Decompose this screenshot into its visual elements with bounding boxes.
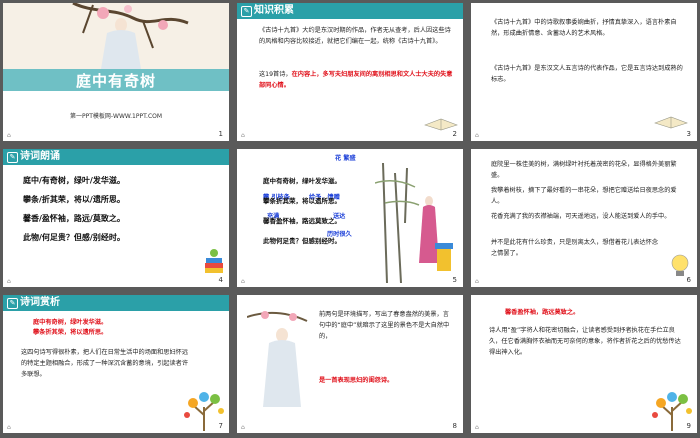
books-stack-icon xyxy=(205,249,223,273)
paragraph-2: 《古诗十九首》是东汉文人五言诗的代表作品，它是五言诗达到成熟的标志。 xyxy=(491,65,683,83)
annotation-label: 花 繁盛 xyxy=(335,155,356,162)
slide-number: 9 xyxy=(686,422,691,430)
slide-thumbnail-3[interactable]: 《古诗十九首》中的诗歌叙事委婉曲折，抒情真挚深入，语言朴素自然，形成曲折情意、含… xyxy=(471,3,697,141)
paragraph-1: 前两句是环境描写，写出了春意盎然的美景，言句中的“庭中”就暗示了这里的景色不是大… xyxy=(319,311,450,340)
slide-number: 4 xyxy=(218,276,223,284)
poem-line: 馨香盈怀袖，路远莫致之。 xyxy=(263,217,341,225)
slide-title: 庭中有奇树 xyxy=(75,72,156,90)
poem-line: 攀条/折其荣，将以/遗所思。 xyxy=(23,195,125,204)
paragraph-1: 《古诗十九首》中的诗歌叙事委婉曲折，抒情真挚深入，语言朴素自然，形成曲折情意、含… xyxy=(491,19,677,37)
slide-thumbnail-9[interactable]: 馨香盈怀袖，路远莫致之。 诗人用“盈”字将人和花密切融合，让读者感受到抒者执花在… xyxy=(471,295,697,433)
poem-line: 此物/何足贵？但感/别经时。 xyxy=(23,233,125,242)
poem-text: 庭中/有奇树，绿叶/发华滋。 攀条/折其荣，将以/遗所思。 馨香/盈怀袖，路远/… xyxy=(23,171,203,247)
pencil-icon: ✎ xyxy=(7,298,18,309)
poem-line: 庭中有奇树，绿叶发华滋。 xyxy=(263,177,341,185)
slide-thumbnail-2[interactable]: ✎ 知识积累 《古诗十九首》大约是东汉时期的作品，作者无从查考，后人因这些诗的风… xyxy=(237,3,463,141)
woman-under-tree-image xyxy=(375,163,453,283)
slide-thumbnail-6[interactable]: 庭院里一株佳美的树，满树绿叶衬托着茂密的花朵，显得格外美丽繁盛。 我攀着树枝，摘… xyxy=(471,149,697,287)
slide-footer-mark: ⌂ xyxy=(241,278,245,285)
slide-footer-mark: ⌂ xyxy=(475,424,479,431)
paragraph-1: 这四句诗写得很朴素，把人们在日常生活中的场面和思妇怀远的特定主题相融合，形成了一… xyxy=(21,349,189,378)
quote-line: 攀条折其荣，将以遗所思。 xyxy=(33,329,108,336)
slide-footer-mark: ⌂ xyxy=(7,424,11,431)
slide-thumbnail-4[interactable]: ✎ 诗词朗诵 庭中/有奇树，绿叶/发华滋。 攀条/折其荣，将以/遗所思。 馨香/… xyxy=(3,149,229,287)
slide-footer-mark: ⌂ xyxy=(475,132,479,139)
slide-thumbnail-5[interactable]: 花 繁盛 攀 引枝条 给予，馈赠 充满 送达 历时很久 庭中有奇树，绿叶发华滋。… xyxy=(237,149,463,287)
slide-number: 8 xyxy=(452,422,457,430)
slide-header-title: 知识积累 xyxy=(254,5,294,16)
slide-thumbnail-8[interactable]: 前两句是环境描写，写出了春意盎然的美景，言句中的“庭中”就暗示了这里的景色不是大… xyxy=(237,295,463,433)
book-icon xyxy=(654,116,688,129)
paragraph-2-prefix: 这19首诗， xyxy=(259,71,292,78)
paragraph-4: 并不是此花有什么珍贵，只是别离太久，想借着花儿表达怀念之情罢了。 xyxy=(491,239,659,257)
slide-number: 2 xyxy=(452,130,457,138)
poem-text: 庭中有奇树，绿叶发华滋。 攀条折其荣，将以遗所思。 馨香盈怀袖，路远莫致之。 此… xyxy=(263,171,373,251)
poem-line: 此物何足贵？但感别经时。 xyxy=(263,237,341,245)
slide-thumbnail-1[interactable]: 庭中有奇树 第一PPT模板网-WWW.1PPT.COM ⌂ 1 xyxy=(3,3,229,141)
woman-painting-image xyxy=(247,311,308,407)
paragraph-1: 《古诗十九首》大约是东汉时期的作品，作者无从查考，后人因这些诗的风格和内容比较接… xyxy=(259,27,451,45)
slide-footer-mark: ⌂ xyxy=(475,278,479,285)
poem-line: 庭中/有奇树，绿叶/发华滋。 xyxy=(23,176,125,185)
paragraph-2: 这19首诗，在内容上，多写夫妇朋友间的离别相思和文人士大夫的失意部同心情。 xyxy=(259,69,453,91)
slide-heading: 馨香盈怀袖，路远莫致之。 xyxy=(505,309,580,316)
poem-line: 攀条折其荣，将以遗所思。 xyxy=(263,197,341,205)
slide-header-title: 诗词赏析 xyxy=(20,297,60,308)
paragraph-1: 诗人用“盈”字将人和花密切融合，让读者感受到抒者执花在手伫立良久，任它香满胸怀衣… xyxy=(489,327,681,356)
slide-number: 7 xyxy=(218,422,223,430)
pencil-icon: ✎ xyxy=(7,152,18,163)
slide-number: 1 xyxy=(218,130,223,138)
slide-subtitle: 第一PPT模板网-WWW.1PPT.COM xyxy=(69,113,163,120)
slide-footer-mark: ⌂ xyxy=(7,278,11,285)
pencil-icon: ✎ xyxy=(241,6,252,17)
slide-footer-mark: ⌂ xyxy=(7,132,11,139)
paragraph-2: 我攀着树枝，摘下了最好看的一串花朵，想把它赠送给日夜思念的爱人。 xyxy=(491,187,677,205)
paragraph-1: 庭院里一株佳美的树，满树绿叶衬托着茂密的花朵，显得格外美丽繁盛。 xyxy=(491,161,677,179)
slide-header-title: 诗词朗诵 xyxy=(20,151,60,162)
slide-number: 3 xyxy=(686,130,691,138)
paragraph-1-highlight: 是一首表现思妇的闺怨诗。 xyxy=(319,377,394,384)
slide-footer-mark: ⌂ xyxy=(241,424,245,431)
slide-number: 6 xyxy=(686,276,691,284)
poem-line: 馨香/盈怀袖，路远/莫致之。 xyxy=(23,214,125,223)
slide-footer-mark: ⌂ xyxy=(241,132,245,139)
book-icon xyxy=(424,118,458,131)
slide-number: 5 xyxy=(452,276,457,284)
slide-thumbnail-7[interactable]: ✎ 诗词赏析 庭中有奇树，绿叶发华滋。 攀条折其荣，将以遗所思。 这四句诗写得很… xyxy=(3,295,229,433)
paragraph-3: 花香充满了我的衣襟袖端，可天遥地远，没人能送到爱人的手中。 xyxy=(491,213,671,220)
